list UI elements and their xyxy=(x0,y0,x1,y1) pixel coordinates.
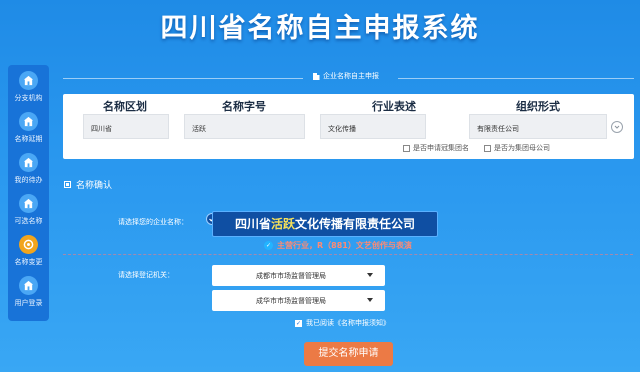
group-name-checkbox[interactable] xyxy=(403,144,410,152)
agree-checkbox[interactable]: ✓ xyxy=(295,319,302,327)
sidebar-item-todo[interactable]: 我的待办 xyxy=(8,153,49,194)
column-header-industry: 行业表述 xyxy=(372,100,416,113)
company-name-suffix: 文化传播有限责任公司 xyxy=(295,217,416,231)
group-name-checkbox-label: 是否申请冠集团名 xyxy=(413,144,469,152)
home-icon xyxy=(19,112,38,131)
authority-select-2[interactable]: 成华市市场监督管理局 xyxy=(212,290,385,311)
authority-select-1[interactable]: 成都市市场监督管理局 xyxy=(212,265,385,286)
confirm-heading-text: 名称确认 xyxy=(76,181,113,191)
section-divider xyxy=(63,78,303,79)
building-icon xyxy=(313,73,320,80)
company-name-label: 请选择您的企业名称： xyxy=(118,218,188,226)
dashed-divider xyxy=(63,254,633,255)
sidebar-item-branch[interactable]: 分支机构 xyxy=(8,71,49,112)
sidebar-item-login[interactable]: 用户登录 xyxy=(8,276,49,317)
authority-select-1-value: 成都市市场监督管理局 xyxy=(256,272,326,280)
column-header-region: 名称区划 xyxy=(103,100,147,113)
page-title: 四川省名称自主申报系统 xyxy=(160,13,480,44)
region-field[interactable]: 四川省 xyxy=(83,114,169,139)
section-divider xyxy=(398,78,634,79)
sidebar-item-label: 可选名称 xyxy=(14,217,43,225)
column-header-trade-name: 名称字号 xyxy=(222,100,266,113)
sidebar-item-name-change[interactable]: 名称变更 xyxy=(8,235,49,276)
parent-company-checkbox-row[interactable]: 是否为集团母公司 xyxy=(484,143,550,153)
agree-row[interactable]: ✓ 我已阅读《名称申报须知》 xyxy=(295,318,390,328)
home-icon xyxy=(19,276,38,295)
group-name-checkbox-row[interactable]: 是否申请冠集团名 xyxy=(403,143,469,153)
parent-company-checkbox-label: 是否为集团母公司 xyxy=(494,144,550,152)
company-name-highlight: 活跃 xyxy=(270,217,295,231)
industry-info-text: 主营行业，R（881）文艺创作与表演 xyxy=(277,241,412,250)
home-icon xyxy=(19,194,38,213)
agree-text: 我已阅读《名称申报须知》 xyxy=(306,319,390,327)
submit-button[interactable]: 提交名称申请 xyxy=(304,342,393,366)
company-name-prefix: 四川省 xyxy=(234,217,271,231)
company-name-option[interactable]: 四川省活跃文化传播有限责任公司 xyxy=(212,211,438,237)
industry-field[interactable]: 文化传播 xyxy=(320,114,426,139)
chevron-down-icon[interactable] xyxy=(611,121,623,133)
square-bullet-icon xyxy=(64,181,71,188)
sidebar-item-label: 分支机构 xyxy=(14,94,43,102)
sidebar-item-extension[interactable]: 名称延期 xyxy=(8,112,49,153)
settings-icon xyxy=(19,235,38,254)
authority-select-2-value: 成华市市场监督管理局 xyxy=(256,297,326,305)
trade-name-field[interactable]: 活跃 xyxy=(184,114,305,139)
home-icon xyxy=(19,71,38,90)
sidebar-item-label: 我的待办 xyxy=(14,176,43,184)
dropdown-arrow-icon xyxy=(367,273,373,277)
sidebar-item-label: 用户登录 xyxy=(14,299,43,307)
industry-info: ✓ 主营行业，R（881）文艺创作与表演 xyxy=(264,240,412,251)
sidebar-item-label: 名称延期 xyxy=(14,135,43,143)
section-title: 企业名称自主申报 xyxy=(312,71,379,81)
sidebar-item-available-names[interactable]: 可选名称 xyxy=(8,194,49,235)
org-form-field[interactable]: 有限责任公司 xyxy=(469,114,607,139)
column-header-org-form: 组织形式 xyxy=(516,100,560,113)
sidebar: 分支机构 名称延期 我的待办 可选名称 名称变更 用户登录 xyxy=(8,65,49,321)
name-form-card: 名称区划 名称字号 行业表述 组织形式 四川省 活跃 文化传播 有限责任公司 是… xyxy=(63,94,634,159)
section-title-text: 企业名称自主申报 xyxy=(323,72,379,80)
parent-company-checkbox[interactable] xyxy=(484,144,491,152)
confirm-heading: 名称确认 xyxy=(64,178,112,191)
authority-label: 请选择登记机关： xyxy=(118,271,174,279)
check-circle-icon: ✓ xyxy=(264,241,273,250)
home-icon xyxy=(19,153,38,172)
dropdown-arrow-icon xyxy=(367,298,373,302)
sidebar-item-label: 名称变更 xyxy=(14,258,43,266)
